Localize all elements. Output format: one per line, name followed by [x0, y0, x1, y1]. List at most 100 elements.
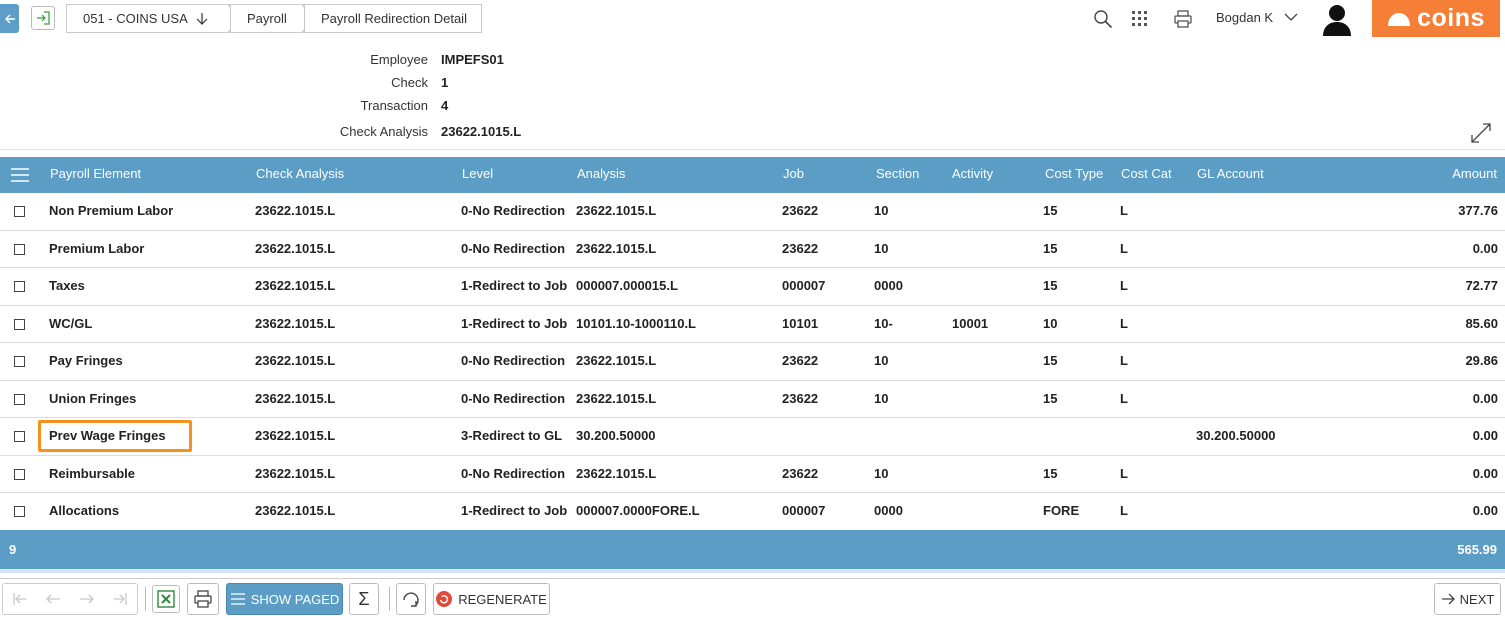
- table-row[interactable]: Pay Fringes 23622.1015.L 0-No Redirectio…: [0, 343, 1505, 381]
- cell-analysis: 23622.1015.L: [576, 240, 657, 256]
- check-analysis-value: 23622.1015.L: [441, 124, 522, 139]
- table-row[interactable]: WC/GL 23622.1015.L 1-Redirect to Job 101…: [0, 306, 1505, 343]
- cell-level: 0-No Redirection: [461, 240, 566, 256]
- arrow-down-icon: [196, 12, 208, 25]
- breadcrumb-payroll-label: Payroll: [247, 11, 287, 26]
- row-checkbox[interactable]: [14, 356, 25, 367]
- export-excel-button[interactable]: [152, 585, 180, 613]
- back-button[interactable]: [0, 4, 19, 33]
- regenerate-button[interactable]: REGENERATE: [433, 583, 550, 615]
- show-paged-button[interactable]: SHOW PAGED: [226, 583, 343, 615]
- cell-section: 10: [874, 240, 889, 256]
- header-job[interactable]: Job: [783, 157, 804, 193]
- table-row[interactable]: Taxes 23622.1015.L 1-Redirect to Job 000…: [0, 268, 1505, 306]
- next-page-button[interactable]: [70, 584, 104, 614]
- header-payroll-element[interactable]: Payroll Element: [50, 157, 141, 193]
- cell-payroll-element: Pay Fringes: [49, 353, 123, 368]
- row-checkbox[interactable]: [14, 281, 25, 292]
- cell-section: 0000: [874, 278, 903, 293]
- breadcrumb-redirection-detail[interactable]: Payroll Redirection Detail: [304, 4, 482, 33]
- cell-check-analysis: 23622.1015.L: [255, 428, 336, 443]
- check-analysis-label: Check Analysis: [339, 124, 428, 139]
- table-row[interactable]: Premium Labor 23622.1015.L 0-No Redirect…: [0, 231, 1505, 268]
- cell-section: 10: [874, 203, 889, 218]
- cell-analysis: 23622.1015.L: [576, 353, 657, 368]
- sum-button[interactable]: Σ: [349, 583, 379, 615]
- breadcrumb-company[interactable]: 051 - COINS USA: [66, 4, 230, 33]
- header-amount[interactable]: Amount: [1400, 157, 1497, 193]
- cell-amount: 29.86: [1465, 353, 1498, 368]
- header-check-analysis[interactable]: Check Analysis: [256, 157, 344, 193]
- check-label: Check: [391, 75, 428, 90]
- table-row[interactable]: Non Premium Labor 23622.1015.L 0-No Redi…: [0, 193, 1505, 231]
- row-checkbox[interactable]: [14, 468, 25, 480]
- row-checkbox[interactable]: [14, 393, 25, 405]
- chevron-down-icon[interactable]: [1284, 10, 1298, 24]
- header-level[interactable]: Level: [462, 157, 493, 193]
- user-name[interactable]: Bogdan K: [1216, 10, 1273, 25]
- cell-level: 1-Redirect to Job: [461, 315, 568, 331]
- refresh-icon: [403, 592, 419, 607]
- expand-icon[interactable]: [1469, 121, 1493, 145]
- table-row[interactable]: Prev Wage Fringes 23622.1015.L 3-Redirec…: [0, 418, 1505, 456]
- cell-cost-cat: L: [1120, 390, 1128, 406]
- excel-icon: [157, 590, 175, 608]
- cell-cost-type: 15: [1043, 353, 1058, 368]
- search-icon: [1094, 10, 1113, 29]
- print-button[interactable]: [1172, 8, 1194, 30]
- arrow-right-icon: [79, 594, 94, 604]
- cell-cost-type: 15: [1043, 203, 1058, 218]
- header-activity[interactable]: Activity: [952, 157, 993, 193]
- cell-check-analysis: 23622.1015.L: [255, 240, 336, 256]
- coins-logo: coins: [1372, 0, 1500, 37]
- employee-row: Employee IMPEFS01: [0, 52, 700, 72]
- search-button[interactable]: [1092, 8, 1114, 30]
- cell-cost-type: 15: [1043, 278, 1058, 293]
- cell-payroll-element: Union Fringes: [49, 390, 137, 406]
- header-gl-account[interactable]: GL Account: [1197, 157, 1264, 193]
- cell-check-analysis: 23622.1015.L: [255, 465, 336, 481]
- row-checkbox[interactable]: [14, 206, 25, 217]
- apps-button[interactable]: [1129, 8, 1151, 30]
- header-cost-cat[interactable]: Cost Cat: [1121, 157, 1172, 193]
- row-checkbox[interactable]: [14, 431, 25, 442]
- row-checkbox[interactable]: [14, 506, 25, 517]
- row-checkbox[interactable]: [14, 243, 25, 255]
- row-checkbox[interactable]: [14, 318, 25, 330]
- cell-section: 0000: [874, 503, 903, 518]
- home-nav-button[interactable]: [31, 6, 55, 30]
- cell-job: 000007: [782, 503, 826, 518]
- row-count: 9: [9, 542, 17, 557]
- cell-payroll-element: Allocations: [49, 503, 120, 518]
- breadcrumb-payroll[interactable]: Payroll: [230, 4, 304, 33]
- header-cost-type[interactable]: Cost Type: [1045, 157, 1103, 193]
- cell-amount: 72.77: [1465, 278, 1498, 293]
- header-section[interactable]: Section: [876, 157, 919, 193]
- header-analysis[interactable]: Analysis: [577, 157, 625, 193]
- toolbar-print-button[interactable]: [187, 583, 219, 615]
- refresh-button[interactable]: [396, 583, 426, 615]
- cell-analysis: 23622.1015.L: [576, 465, 657, 481]
- toolbar-divider: [145, 587, 146, 611]
- prev-page-button[interactable]: [37, 584, 71, 614]
- cell-section: 10-: [874, 315, 893, 331]
- cell-payroll-element: Reimbursable: [49, 465, 135, 481]
- cell-payroll-element: Non Premium Labor: [49, 203, 174, 218]
- cell-analysis: 000007.000015.L: [576, 278, 678, 293]
- column-menu-icon[interactable]: [10, 166, 30, 184]
- last-page-button[interactable]: [104, 584, 138, 614]
- scrollbar-track[interactable]: [0, 569, 1505, 573]
- table-row[interactable]: Union Fringes 23622.1015.L 0-No Redirect…: [0, 381, 1505, 418]
- cell-job: 23622: [782, 203, 819, 218]
- cell-check-analysis: 23622.1015.L: [255, 315, 336, 331]
- table-row[interactable]: Allocations 23622.1015.L 1-Redirect to J…: [0, 493, 1505, 531]
- avatar[interactable]: [1320, 2, 1354, 36]
- cell-payroll-element: Prev Wage Fringes: [49, 428, 166, 443]
- next-button[interactable]: NEXT: [1434, 583, 1501, 615]
- cell-payroll-element: WC/GL: [49, 315, 93, 331]
- breadcrumb-redirection-detail-label: Payroll Redirection Detail: [321, 11, 467, 26]
- table-row[interactable]: Reimbursable 23622.1015.L 0-No Redirecti…: [0, 456, 1505, 493]
- cell-check-analysis: 23622.1015.L: [255, 390, 336, 406]
- bottom-toolbar: SHOW PAGED Σ REGENERATE NEXT: [0, 578, 1505, 620]
- first-page-button[interactable]: [3, 584, 37, 614]
